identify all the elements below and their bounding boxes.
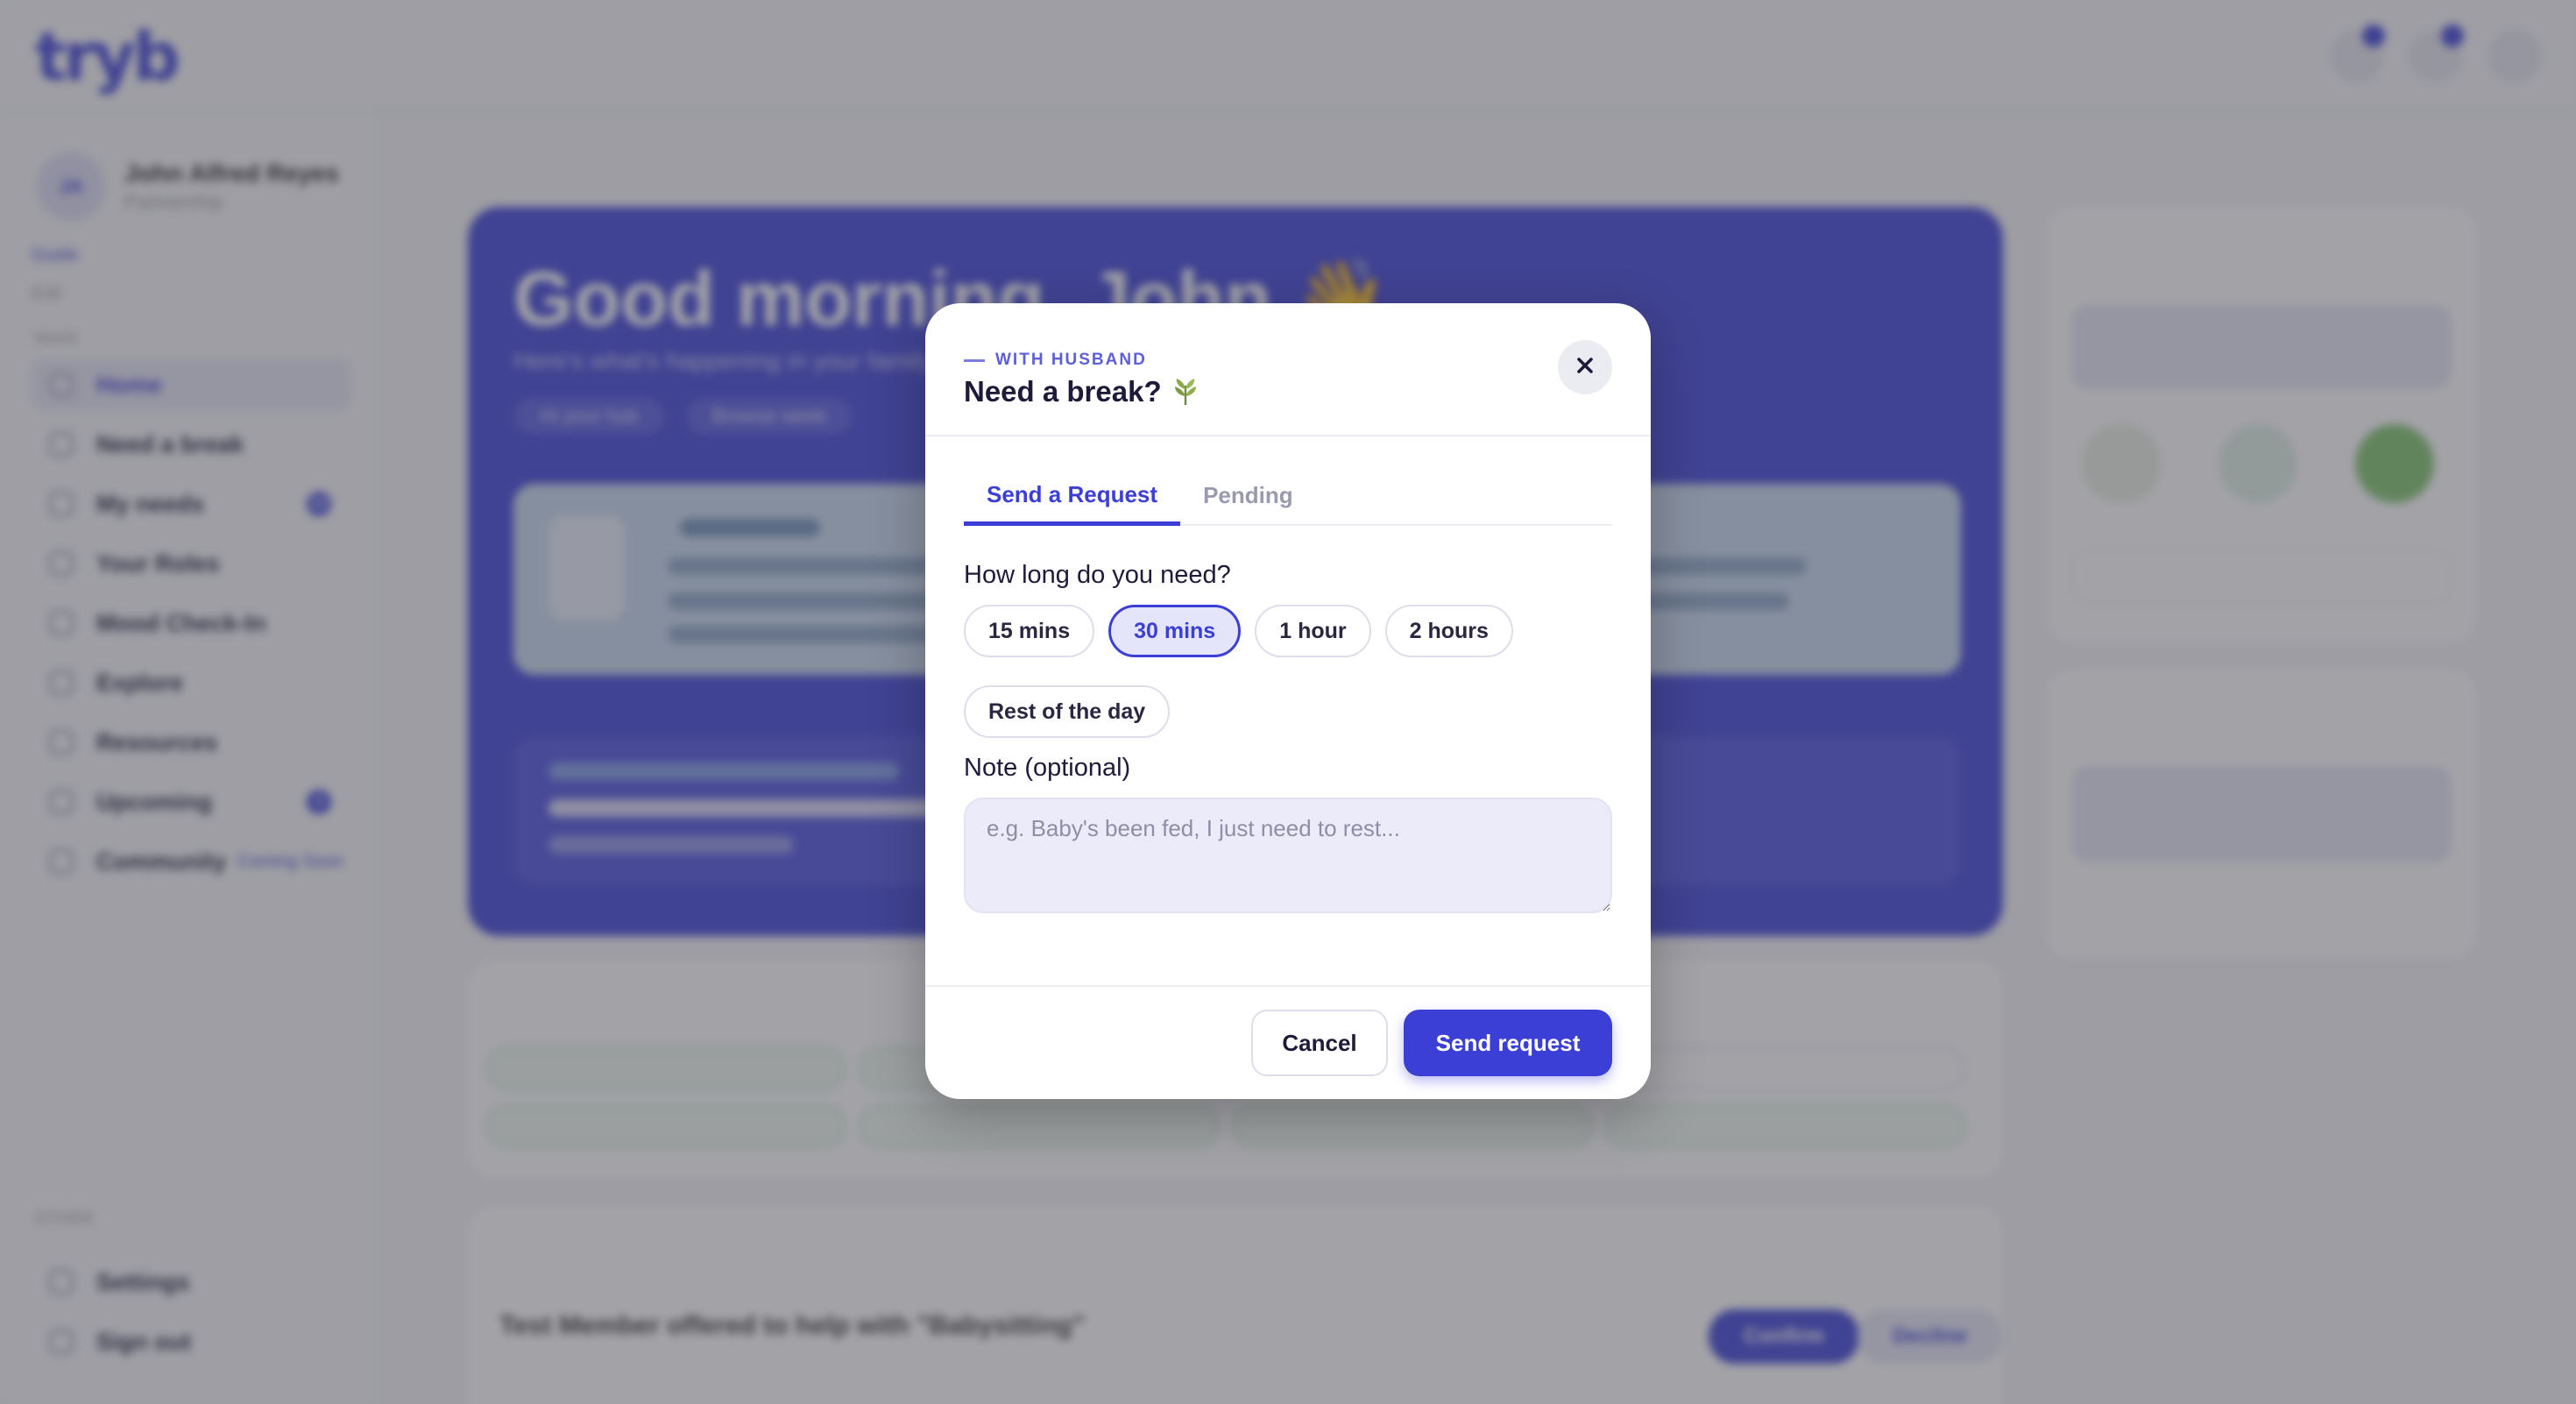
eyebrow-label: WITH HUSBAND — [995, 351, 1147, 369]
duration-option-2-hours[interactable]: 2 hours — [1384, 605, 1513, 657]
modal-footer: Cancel Send request — [925, 985, 1651, 1099]
tab-pending[interactable]: Pending — [1180, 464, 1316, 526]
close-icon — [1576, 357, 1594, 379]
eyebrow-dash — [964, 358, 985, 362]
duration-row: Rest of the day — [964, 685, 1612, 738]
modal-tabs: Send a Request Pending — [964, 464, 1612, 526]
duration-option-rest-of-the-day[interactable]: Rest of the day — [964, 685, 1171, 738]
close-button[interactable] — [1558, 340, 1612, 394]
tab-send-a-request[interactable]: Send a Request — [964, 464, 1181, 526]
cancel-button[interactable]: Cancel — [1251, 1010, 1388, 1076]
modal-title-text: Need a break? — [964, 375, 1162, 408]
duration-options: 15 mins 30 mins 1 hour 2 hours Rest of t… — [964, 605, 1612, 738]
duration-row: 15 mins 30 mins 1 hour 2 hours — [964, 605, 1612, 657]
modal-title: Need a break? — [964, 375, 1202, 408]
modal-header: WITH HUSBAND Need a break? — [925, 303, 1651, 436]
note-field[interactable] — [964, 798, 1612, 913]
duration-label: How long do you need? — [964, 561, 1231, 589]
need-a-break-modal: WITH HUSBAND Need a break? Send a Reques… — [925, 303, 1651, 1099]
duration-option-1-hour[interactable]: 1 hour — [1255, 605, 1371, 657]
duration-option-30-mins[interactable]: 30 mins — [1108, 605, 1242, 657]
duration-option-15-mins[interactable]: 15 mins — [964, 605, 1095, 657]
modal-eyebrow: WITH HUSBAND — [964, 351, 1147, 370]
leaf-icon — [1169, 375, 1202, 408]
send-request-button[interactable]: Send request — [1404, 1010, 1612, 1076]
note-label: Note (optional) — [964, 754, 1131, 782]
